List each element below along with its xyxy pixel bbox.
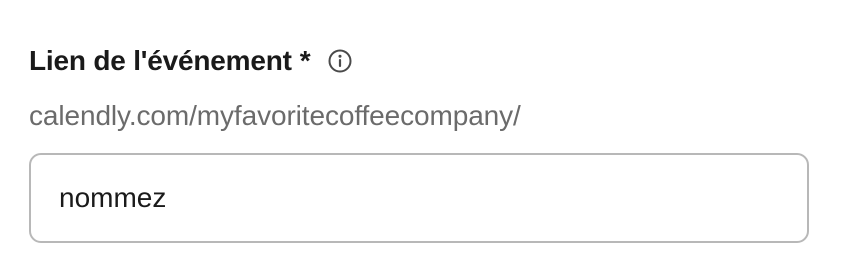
info-icon-graphic — [328, 49, 352, 73]
event-link-label: Lien de l'événement — [29, 45, 292, 76]
info-icon[interactable] — [327, 48, 353, 74]
event-link-label-row: Lien de l'événement * — [29, 41, 353, 81]
required-asterisk: * — [299, 45, 311, 76]
event-slug-input[interactable] — [29, 153, 809, 243]
url-prefix: calendly.com/myfavoritecoffeecompany/ — [29, 100, 521, 131]
